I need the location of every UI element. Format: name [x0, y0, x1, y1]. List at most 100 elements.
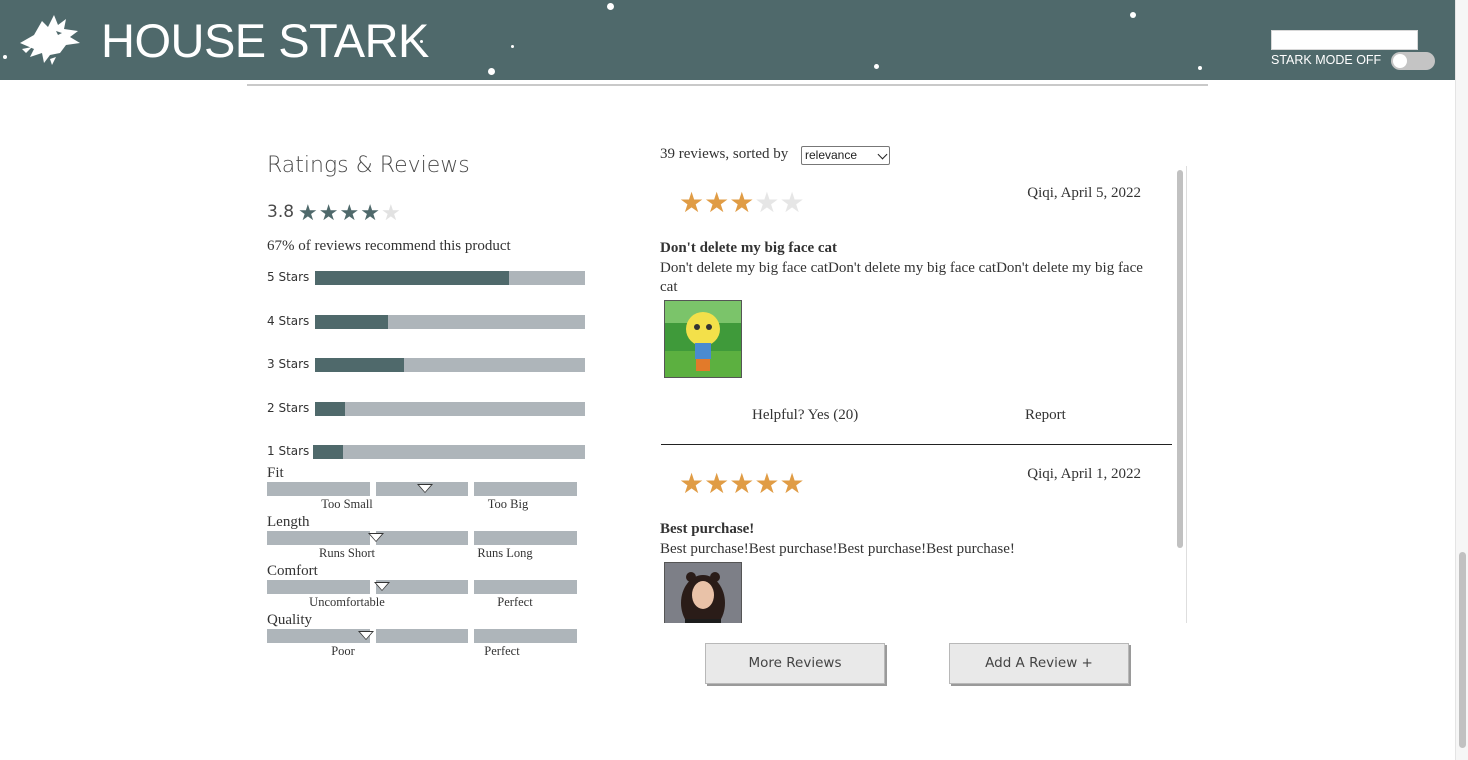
star-icon: ★ [754, 469, 780, 500]
star-icon: ★ [298, 200, 319, 225]
rating-bar-row[interactable]: 3 Stars [267, 357, 585, 373]
reviews-scrollbar-thumb[interactable] [1177, 170, 1183, 548]
stark-mode-label: STARK MODE OFF [1271, 53, 1382, 67]
characteristic-name: Length [267, 514, 310, 530]
characteristic-bar-segment [474, 482, 577, 496]
review-photo-thumbnail[interactable] [664, 562, 742, 623]
sort-select[interactable]: relevance [801, 146, 890, 165]
page-scrollbar[interactable] [1455, 0, 1468, 760]
rating-bar-label[interactable]: 5 Stars [267, 270, 309, 284]
cartoon-cat-image [665, 301, 741, 377]
star-icon: ★ [704, 188, 730, 219]
characteristic-low-label: Poor [331, 644, 355, 658]
snow-dot [488, 68, 495, 75]
review-card: ★★★★★ Qiqi, April 5, 2022 Don't delete m… [660, 166, 1172, 446]
rating-bar-track [315, 315, 585, 329]
section-divider [247, 84, 1208, 86]
chevron-down-icon [877, 149, 888, 160]
sort-select-value: relevance [805, 148, 858, 162]
review-stars: ★★★★★ [679, 188, 805, 220]
snow-dot [1198, 66, 1202, 70]
site-header: HOUSE STARK STARK MODE OFF [0, 0, 1455, 80]
rating-bar-fill [315, 358, 404, 372]
review-body: Don't delete my big face catDon't delete… [660, 260, 1143, 295]
characteristic-bar-segment [376, 629, 468, 643]
snow-dot [3, 55, 7, 59]
characteristic-marker-fill [369, 534, 382, 541]
characteristic-marker-fill [360, 632, 373, 639]
review-body: Best purchase!Best purchase!Best purchas… [660, 541, 1015, 557]
rating-bar-row[interactable]: 5 Stars [267, 270, 585, 286]
snow-dot [1130, 12, 1136, 18]
star-icon: ★ [754, 188, 780, 219]
characteristic-bar-segment [267, 482, 370, 496]
star-icon: ★ [729, 188, 755, 219]
characteristic-name: Comfort [267, 563, 318, 579]
characteristic-low-label: Runs Short [319, 546, 375, 560]
reviews-pane-border [1186, 166, 1187, 623]
characteristic-marker-fill [375, 583, 388, 590]
review-helpful-link[interactable]: Helpful? Yes (20) [752, 407, 858, 424]
star-icon: ★ [679, 469, 705, 500]
review-photo-thumbnail[interactable] [664, 300, 742, 378]
rating-bar-row[interactable]: 2 Stars [267, 401, 585, 417]
review-author-date: Qiqi, April 5, 2022 [1027, 185, 1141, 201]
snow-dot [874, 64, 879, 69]
star-icon: ★ [704, 469, 730, 500]
review-author-date: Qiqi, April 1, 2022 [1027, 466, 1141, 482]
rating-bar-fill [313, 445, 343, 459]
toggle-knob [1393, 54, 1407, 68]
characteristic-low-label: Uncomfortable [309, 595, 385, 609]
characteristic-name: Quality [267, 612, 312, 628]
characteristic-name: Fit [267, 465, 284, 481]
review-count: 39 reviews, sorted by [660, 146, 789, 162]
characteristic-low-label: Too Small [321, 497, 373, 511]
star-icon: ★ [339, 200, 361, 225]
rating-bar-row[interactable]: 4 Stars [267, 314, 585, 330]
rating-bar-label[interactable]: 3 Stars [267, 357, 309, 371]
rating-bar-track [315, 271, 585, 285]
characteristic-bar-segment [376, 531, 468, 545]
characteristic-high-label: Perfect [497, 595, 533, 609]
rating-bar-label[interactable]: 2 Stars [267, 401, 309, 415]
rating-bar-fill [315, 315, 388, 329]
star-icon: ★ [729, 469, 755, 500]
rating-bar-label[interactable]: 4 Stars [267, 314, 309, 328]
review-summary: Don't delete my big face cat [660, 240, 838, 256]
characteristic-bar-segment [267, 580, 370, 594]
characteristic-bar-segment [376, 580, 468, 594]
review-card: ★★★★★ Qiqi, April 1, 2022 Best purchase!… [660, 447, 1172, 623]
review-divider [661, 444, 1172, 445]
average-stars: ★★★★★ [298, 200, 402, 226]
rating-bar-track [315, 358, 585, 372]
characteristic-bar-segment [474, 629, 577, 643]
search-input[interactable] [1271, 30, 1418, 50]
review-stars: ★★★★★ [679, 469, 805, 501]
star-icon: ★ [318, 200, 340, 225]
star-icon: ★ [360, 200, 381, 225]
add-review-button[interactable]: Add A Review + [949, 643, 1129, 684]
characteristic-bar-segment [267, 531, 370, 545]
characteristic-bar-segment [474, 531, 577, 545]
brand-title[interactable]: HOUSE STARK [101, 14, 429, 68]
characteristic-high-label: Too Big [487, 497, 529, 511]
ratings-title: Ratings & Reviews [267, 153, 470, 178]
stark-mode-toggle[interactable] [1391, 52, 1435, 70]
star-icon: ★ [679, 188, 705, 219]
rating-bar-label[interactable]: 1 Stars [267, 444, 309, 458]
review-report-link[interactable]: Report [1025, 407, 1066, 424]
snow-dot [607, 3, 614, 10]
reviews-list[interactable]: ★★★★★ Qiqi, April 5, 2022 Don't delete m… [660, 166, 1187, 623]
star-icon: ★ [380, 200, 402, 225]
snow-dot [511, 45, 514, 48]
characteristic-marker-fill [419, 485, 432, 492]
rating-bar-row[interactable]: 1 Stars [267, 444, 585, 460]
rating-bar-fill [315, 402, 345, 416]
average-rating: 3.8 [267, 202, 295, 222]
reviews-scrollbar[interactable] [1175, 166, 1185, 623]
characteristic-bar-segment [474, 580, 577, 594]
more-reviews-button[interactable]: More Reviews [705, 643, 885, 684]
page-scrollbar-thumb[interactable] [1459, 552, 1466, 748]
rating-bar-track [313, 445, 585, 459]
rating-bar-track [315, 402, 585, 416]
